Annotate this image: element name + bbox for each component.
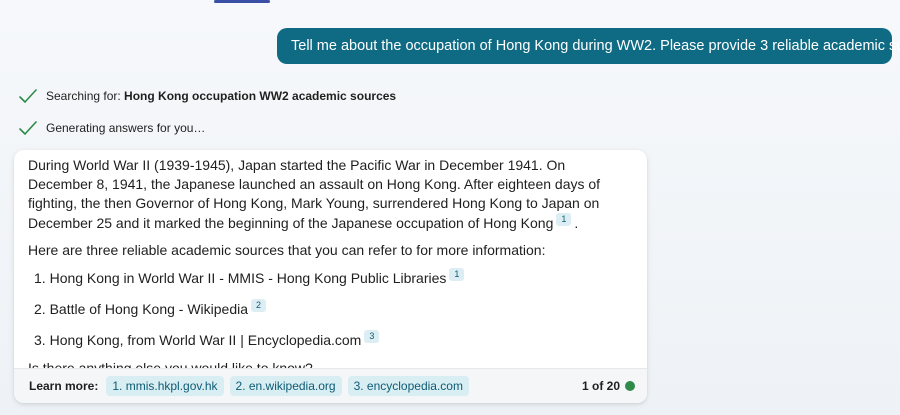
citation-badge[interactable]: 2 bbox=[251, 299, 267, 312]
citation-badge[interactable]: 1 bbox=[556, 213, 572, 226]
citation-badge[interactable]: 3 bbox=[364, 330, 380, 343]
user-message-bubble: Tell me about the occupation of Hong Kon… bbox=[277, 28, 900, 64]
learn-more-bar: Learn more: 1. mmis.hkpl.gov.hk 2. en.wi… bbox=[14, 368, 647, 403]
source-title[interactable]: Hong Kong, from World War II | Encyclope… bbox=[50, 332, 362, 348]
learn-more-label: Learn more: bbox=[29, 379, 99, 393]
check-icon bbox=[19, 89, 37, 103]
answer-paragraph-end: . bbox=[574, 215, 579, 231]
status-generating: Generating answers for you… bbox=[18, 116, 205, 140]
generating-label: Generating answers for you… bbox=[46, 121, 206, 135]
source-number: 3. bbox=[34, 332, 46, 348]
answer-paragraph-text: During World War II (1939-1945), Japan s… bbox=[28, 157, 601, 231]
status-dot-icon bbox=[625, 381, 635, 391]
source-item[interactable]: 3. Hong Kong, from World War II | Encycl… bbox=[34, 330, 633, 350]
source-number: 2. bbox=[34, 301, 46, 317]
citation-badge[interactable]: 1 bbox=[449, 268, 465, 281]
source-number: 1. bbox=[34, 270, 46, 286]
answer-card: During World War II (1939-1945), Japan s… bbox=[14, 150, 647, 403]
sources-intro: Here are three reliable academic sources… bbox=[28, 242, 546, 258]
learn-more-link[interactable]: 3. encyclopedia.com bbox=[347, 376, 469, 396]
source-title[interactable]: Hong Kong in World War II - MMIS - Hong … bbox=[50, 270, 447, 286]
searching-query: Hong Kong occupation WW2 academic source… bbox=[124, 89, 397, 103]
learn-more-link[interactable]: 2. en.wikipedia.org bbox=[229, 376, 342, 396]
check-icon bbox=[19, 121, 37, 135]
response-counter: 1 of 20 bbox=[582, 379, 635, 393]
source-title[interactable]: Battle of Hong Kong - Wikipedia bbox=[50, 301, 248, 317]
top-tab-indicator bbox=[214, 0, 270, 3]
answer-paragraph: During World War II (1939-1945), Japan s… bbox=[28, 156, 633, 233]
learn-more-link[interactable]: 1. mmis.hkpl.gov.hk bbox=[106, 376, 224, 396]
sources-list: 1. Hong Kong in World War II - MMIS - Ho… bbox=[28, 268, 633, 350]
searching-label: Searching for: bbox=[46, 89, 125, 103]
response-count-text: 1 of 20 bbox=[581, 379, 620, 393]
answer-body: During World War II (1939-1945), Japan s… bbox=[14, 150, 647, 378]
source-item[interactable]: 2. Battle of Hong Kong - Wikipedia 2 bbox=[34, 299, 633, 319]
source-item[interactable]: 1. Hong Kong in World War II - MMIS - Ho… bbox=[34, 268, 633, 288]
status-searching: Searching for: Hong Kong occupation WW2 … bbox=[18, 84, 396, 108]
